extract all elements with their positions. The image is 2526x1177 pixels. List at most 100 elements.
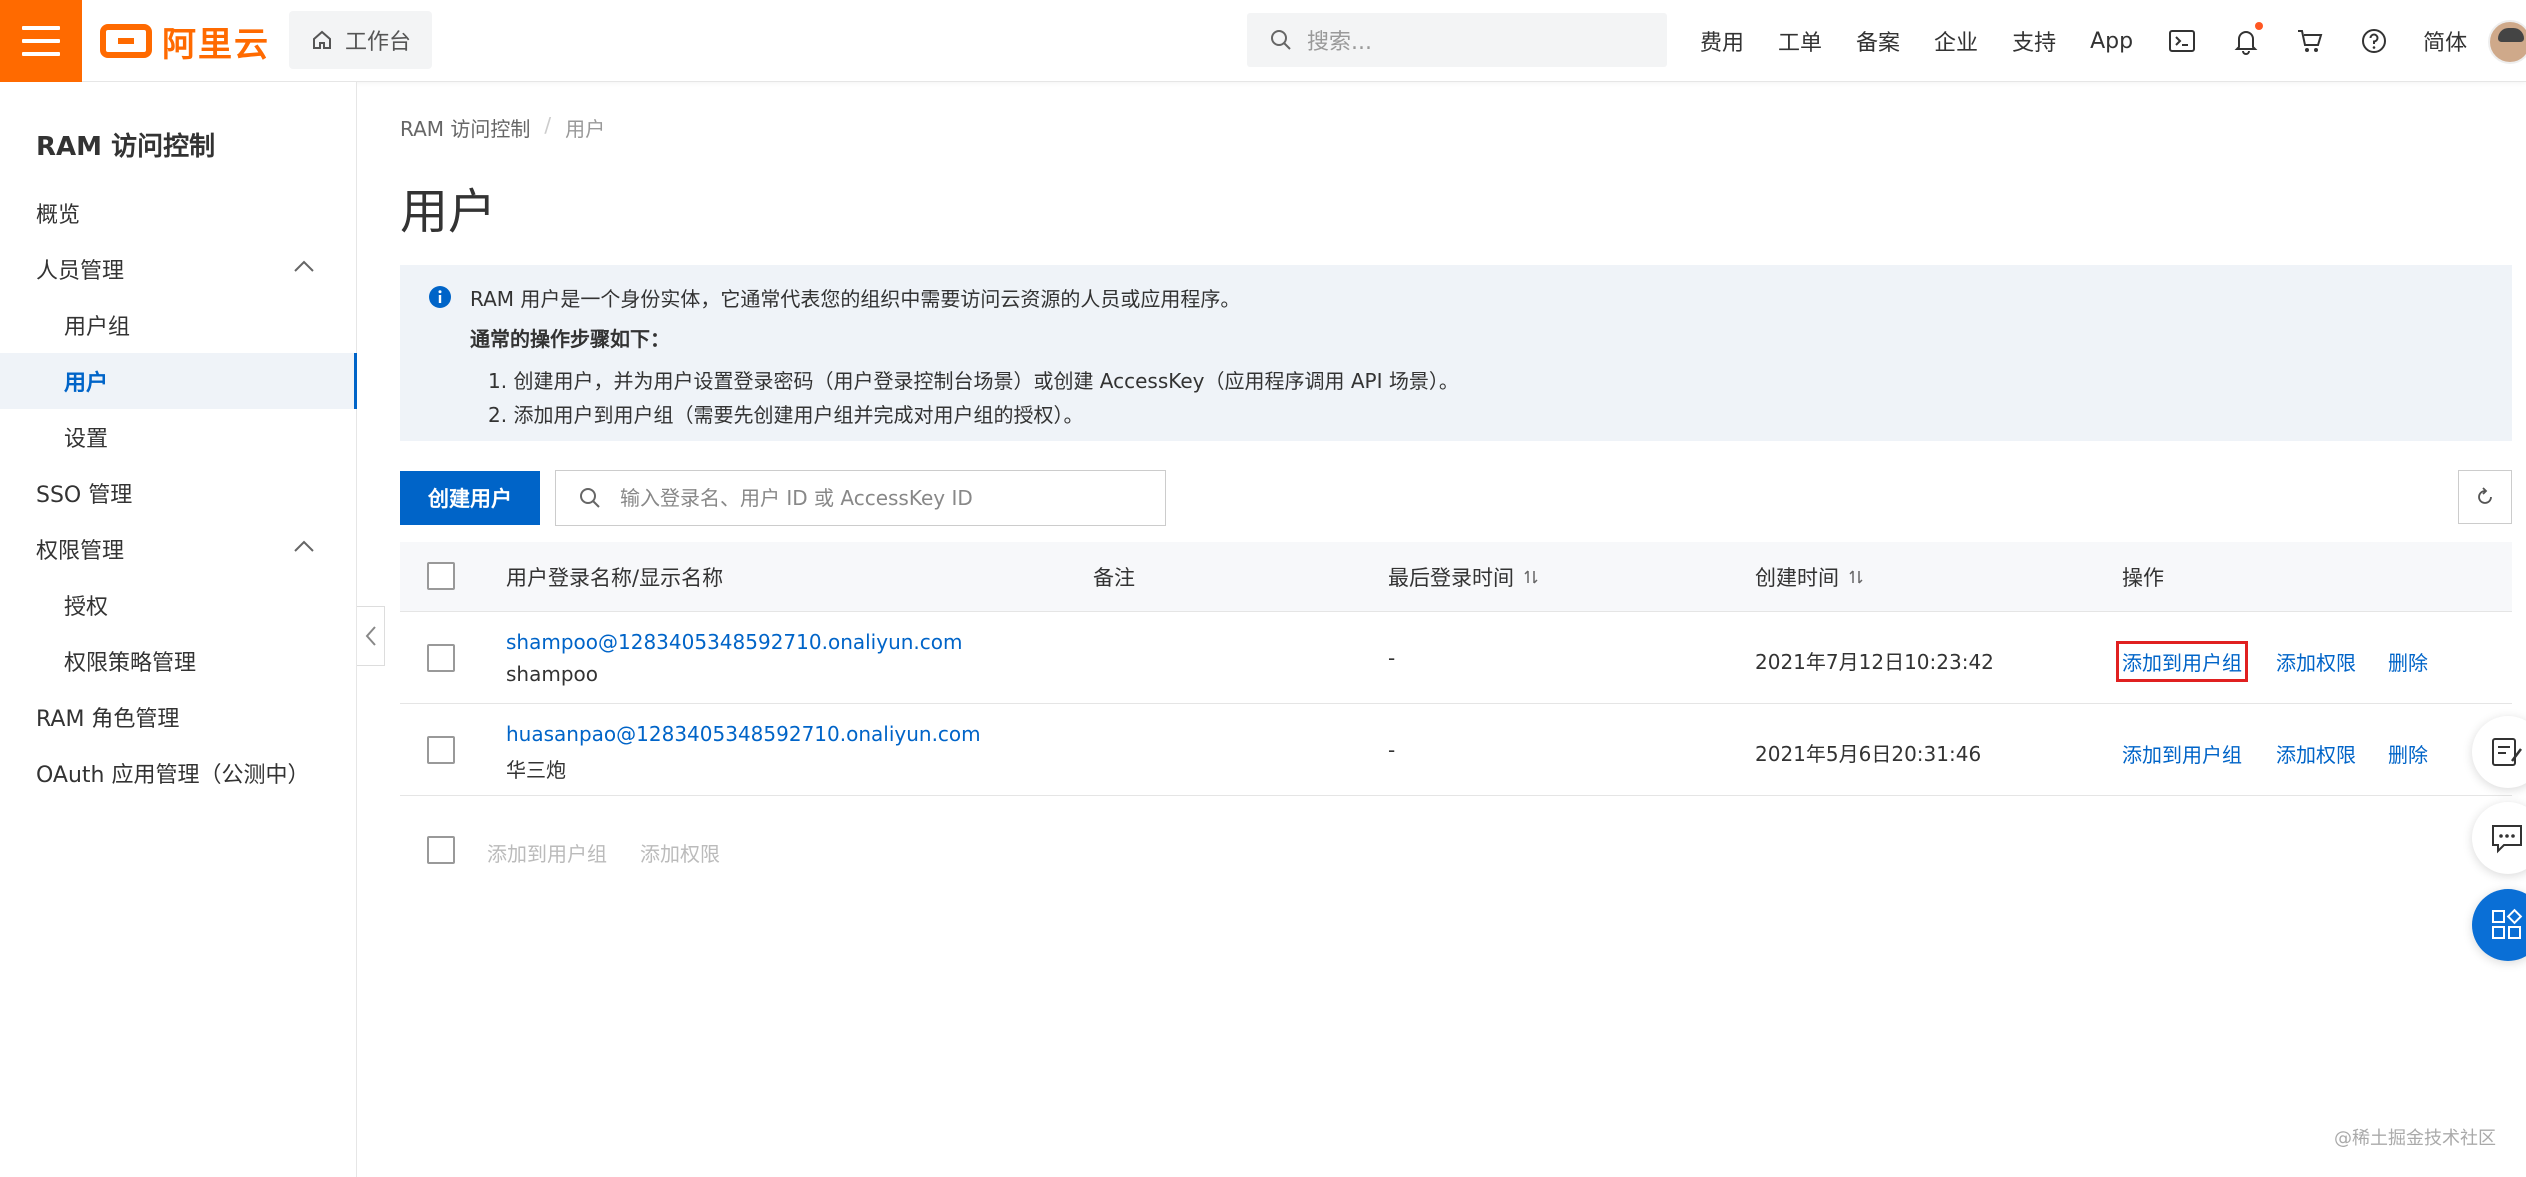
nav-enterprise[interactable]: 企业 [1934, 25, 1978, 57]
user-search-box [555, 470, 1166, 526]
workbench-button[interactable]: 工作台 [289, 11, 432, 69]
sidebar-item-groups[interactable]: 用户组 [0, 297, 357, 353]
refresh-button[interactable] [2458, 470, 2512, 524]
breadcrumb-root[interactable]: RAM 访问控制 [400, 113, 530, 142]
sidebar-item-oauth[interactable]: OAuth 应用管理（公测中） [0, 745, 357, 801]
notification-dot [2255, 22, 2264, 30]
sidebar-item-users[interactable]: 用户 [0, 353, 357, 409]
sidebar-item-permissions[interactable]: 权限管理 [0, 521, 357, 577]
help-icon[interactable] [2359, 26, 2389, 56]
sidebar-item-label: 授权 [64, 595, 109, 620]
user-search-input[interactable] [620, 486, 1140, 510]
user-login-name-link[interactable]: huasanpao@1283405348592710.onaliyun.com [506, 722, 981, 746]
nav-support[interactable]: 支持 [2012, 25, 2056, 57]
sidebar-item-label: RAM 角色管理 [36, 707, 180, 732]
row-checkbox[interactable] [427, 736, 455, 764]
sidebar-item-label: SSO 管理 [36, 483, 133, 508]
terminal-icon[interactable] [2167, 26, 2197, 56]
bulk-actions-bar: 添加到用户组 添加权限 [400, 832, 1200, 872]
logo-text: 阿里云 [162, 24, 270, 65]
language-switch[interactable]: 简体 [2423, 25, 2467, 57]
search-icon [1271, 30, 1291, 50]
global-search-placeholder: 搜索... [1307, 30, 1372, 55]
column-label: 备注 [1093, 566, 1135, 590]
edit-note-icon [2492, 738, 2522, 766]
sort-icon[interactable] [1847, 568, 1865, 586]
sidebar-item-label: 人员管理 [36, 259, 125, 284]
menu-line [22, 52, 60, 56]
bulk-select-checkbox[interactable] [427, 836, 455, 864]
refresh-icon [2478, 487, 2492, 504]
table-row: huasanpao@1283405348592710.onaliyun.com … [400, 704, 2512, 796]
nav-fees[interactable]: 费用 [1700, 25, 1744, 57]
column-header-note: 备注 [1093, 542, 1135, 612]
apps-float-button[interactable] [2472, 889, 2526, 961]
watermark: @稀土掘金技术社区 [2334, 1128, 2496, 1149]
breadcrumb-current: 用户 [565, 117, 606, 141]
sidebar-item-overview[interactable]: 概览 [0, 185, 357, 241]
nav-icp[interactable]: 备案 [1856, 25, 1900, 57]
user-display-name: shampoo [506, 662, 599, 686]
notice-intro: RAM 用户是一个身份实体，它通常代表您的组织中需要访问云资源的人员或应用程序。 [470, 287, 1241, 311]
hamburger-menu-button[interactable] [0, 0, 82, 82]
search-icon [580, 488, 600, 508]
add-permission-link[interactable]: 添加权限 [2276, 647, 2356, 676]
nav-tickets[interactable]: 工单 [1778, 25, 1822, 57]
menu-line [22, 26, 60, 30]
column-header-created[interactable]: 创建时间 [1755, 542, 1865, 612]
row-checkbox[interactable] [427, 644, 455, 672]
chat-float-button[interactable] [2472, 802, 2526, 874]
bulk-add-to-group-button[interactable]: 添加到用户组 [487, 838, 607, 867]
info-icon [429, 286, 451, 308]
sidebar-item-grants[interactable]: 授权 [0, 577, 357, 633]
apps-grid-icon [2492, 908, 2523, 939]
sidebar-item-identities[interactable]: 人员管理 [0, 241, 357, 297]
sidebar-item-label: OAuth 应用管理（公测中） [36, 763, 310, 788]
nav-app[interactable]: App [2090, 29, 2133, 54]
sidebar-item-sso[interactable]: SSO 管理 [0, 465, 357, 521]
top-nav: 费用 工单 备案 企业 支持 App 简体 [1700, 0, 2501, 82]
sidebar-item-roles[interactable]: RAM 角色管理 [0, 689, 357, 745]
user-avatar[interactable] [2488, 20, 2526, 64]
add-to-group-link[interactable]: 添加到用户组 [2122, 739, 2242, 768]
sidebar-item-label: 设置 [64, 427, 109, 452]
column-label: 用户登录名称/显示名称 [506, 566, 724, 590]
global-search-input[interactable]: 搜索... [1247, 13, 1667, 67]
cart-icon[interactable] [2295, 26, 2325, 56]
create-user-button[interactable]: 创建用户 [400, 471, 540, 525]
notice-step-2: 2. 添加用户到用户组（需要先创建用户组并完成对用户组的授权）。 [488, 403, 1084, 427]
add-to-group-link[interactable]: 添加到用户组 [2116, 641, 2248, 682]
sidebar-item-label: 概览 [36, 203, 81, 228]
column-header-last-login[interactable]: 最后登录时间 [1388, 542, 1540, 612]
add-permission-link[interactable]: 添加权限 [2276, 739, 2356, 768]
column-header-actions: 操作 [2122, 542, 2164, 612]
aliyun-logo[interactable]: 阿里云 [100, 18, 270, 65]
info-notice: RAM 用户是一个身份实体，它通常代表您的组织中需要访问云资源的人员或应用程序。… [400, 265, 2512, 441]
breadcrumb-separator: / [544, 113, 552, 137]
select-all-checkbox[interactable] [427, 562, 455, 590]
sidebar-title: RAM 访问控制 [36, 132, 216, 162]
sort-icon[interactable] [1522, 568, 1540, 586]
created-time: 2021年7月12日10:23:42 [1755, 650, 1994, 674]
last-login-time: - [1388, 738, 1396, 762]
breadcrumb: RAM 访问控制 / 用户 [400, 113, 605, 142]
sidebar-item-settings[interactable]: 设置 [0, 409, 357, 465]
table-row: shampoo@1283405348592710.onaliyun.com sh… [400, 612, 2512, 704]
delete-user-link[interactable]: 删除 [2388, 739, 2428, 768]
column-label: 创建时间 [1755, 566, 1839, 590]
sidebar-item-policies[interactable]: 权限策略管理 [0, 633, 357, 689]
user-display-name: 华三炮 [506, 758, 566, 782]
bulk-add-permission-button[interactable]: 添加权限 [640, 838, 720, 867]
bell-icon[interactable] [2231, 22, 2264, 56]
user-login-name-link[interactable]: shampoo@1283405348592710.onaliyun.com [506, 630, 963, 654]
chevron-up-icon [294, 540, 314, 552]
delete-user-link[interactable]: 删除 [2388, 647, 2428, 676]
sidebar-item-label: 权限管理 [36, 539, 125, 564]
top-bar: 阿里云 工作台 搜索... 费用 工单 备案 企业 支持 App 简体 [0, 0, 2526, 82]
sidebar-collapse-button[interactable] [357, 606, 385, 666]
sidebar-item-label: 用户组 [64, 315, 131, 340]
aliyun-logo-icon [100, 24, 152, 58]
column-header-login: 用户登录名称/显示名称 [506, 542, 723, 612]
home-icon [313, 30, 331, 49]
chevron-left-icon [365, 626, 376, 646]
